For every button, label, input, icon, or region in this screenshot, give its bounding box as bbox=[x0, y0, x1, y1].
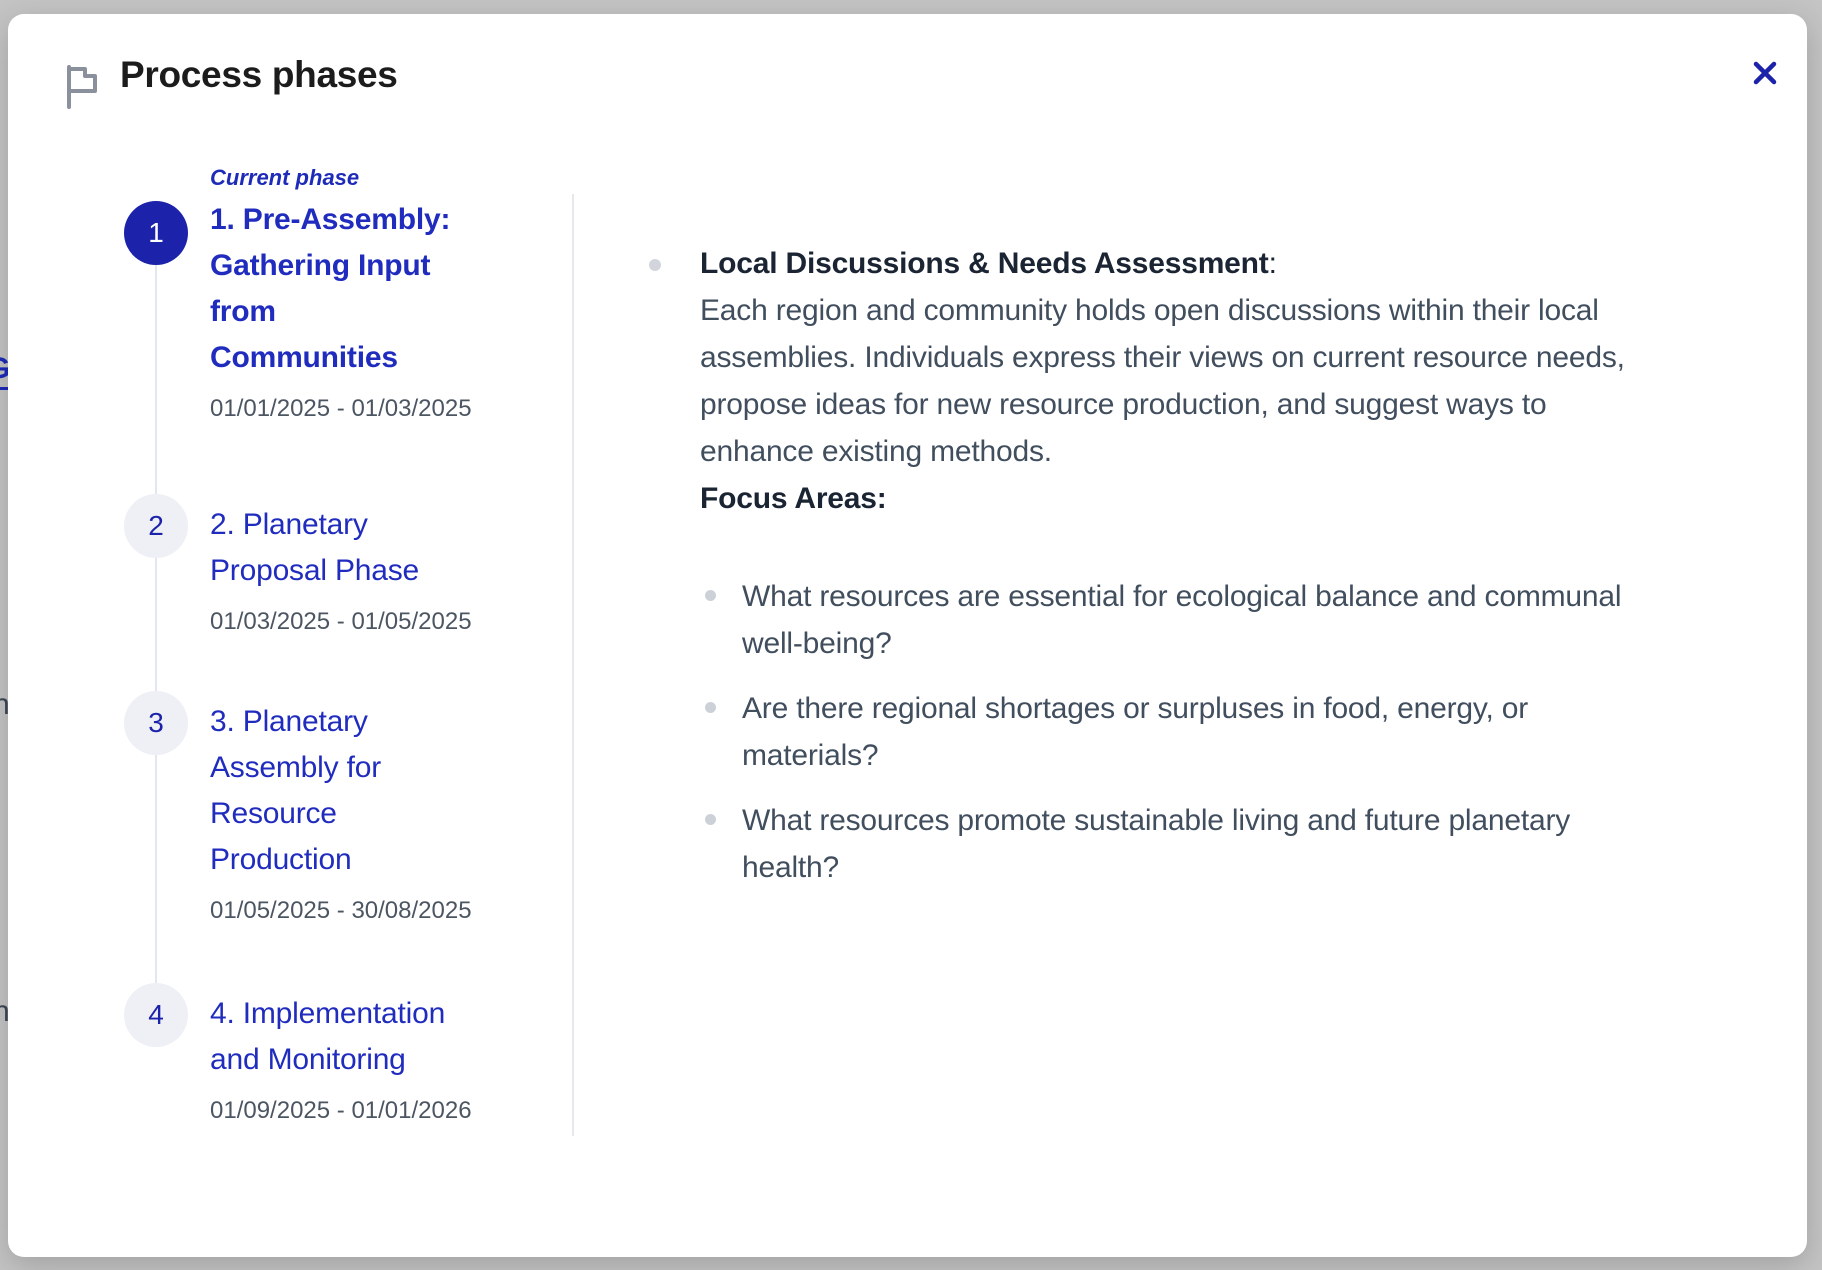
focus-areas-list: What resources are essential for ecologi… bbox=[700, 573, 1782, 891]
content-heading: Local Discussions & Needs Assessment bbox=[700, 247, 1269, 280]
phase-4-number-badge: 4 bbox=[124, 983, 188, 1047]
focus-item-text: What resources are essential for ecologi… bbox=[742, 573, 1621, 667]
phase-2-number-badge: 2 bbox=[124, 494, 188, 558]
modal-title: Process phases bbox=[120, 54, 398, 96]
phase-item-4[interactable]: 4 4. Implementation and Monitoring 01/09… bbox=[124, 983, 472, 1125]
bullet-dot bbox=[705, 702, 716, 713]
phase-1-dates: 01/01/2025 - 01/03/2025 bbox=[210, 395, 472, 423]
phase-item-3[interactable]: 3 3. Planetary Assembly for Resource Pro… bbox=[124, 691, 472, 925]
focus-areas-label: Focus Areas: bbox=[700, 475, 1782, 522]
focus-item-text: Are there regional shortages or surpluse… bbox=[742, 685, 1528, 779]
phase-details-panel: Local Discussions & Needs Assessment: Ea… bbox=[647, 240, 1782, 909]
stepper-content-divider bbox=[572, 194, 574, 1136]
phase-3-dates: 01/05/2025 - 30/08/2025 bbox=[210, 897, 472, 925]
phase-2-title[interactable]: 2. Planetary Proposal Phase bbox=[210, 502, 472, 594]
close-icon[interactable] bbox=[1744, 52, 1786, 94]
bullet-dot bbox=[649, 259, 661, 271]
content-paragraph: Each region and community holds open dis… bbox=[700, 287, 1782, 475]
content-heading-colon: : bbox=[1269, 247, 1277, 280]
phase-stepper: 1 Current phase 1. Pre-Assembly: Gatheri… bbox=[124, 165, 572, 1165]
current-phase-label: Current phase bbox=[210, 165, 472, 191]
focus-list-item: What resources promote sustainable livin… bbox=[700, 797, 1782, 891]
process-phases-modal: Process phases 1 Current phase 1. Pre-As… bbox=[8, 14, 1807, 1257]
phase-1-title[interactable]: 1. Pre-Assembly: Gathering Input from Co… bbox=[210, 197, 472, 381]
phase-3-number-badge: 3 bbox=[124, 691, 188, 755]
focus-list-item: Are there regional shortages or surpluse… bbox=[700, 685, 1782, 779]
phase-item-2[interactable]: 2 2. Planetary Proposal Phase 01/03/2025… bbox=[124, 494, 472, 636]
page-background: G n n Process phases 1 Current phase 1. … bbox=[0, 0, 1822, 1270]
phase-1-number-badge: 1 bbox=[124, 201, 188, 265]
phase-4-title[interactable]: 4. Implementation and Monitoring bbox=[210, 991, 472, 1083]
phase-3-title[interactable]: 3. Planetary Assembly for Resource Produ… bbox=[210, 699, 472, 883]
phase-2-dates: 01/03/2025 - 01/05/2025 bbox=[210, 608, 472, 636]
focus-list-item: What resources are essential for ecologi… bbox=[700, 573, 1782, 667]
phase-4-dates: 01/09/2025 - 01/01/2026 bbox=[210, 1097, 472, 1125]
bullet-dot bbox=[705, 814, 716, 825]
focus-item-text: What resources promote sustainable livin… bbox=[742, 797, 1570, 891]
flag-icon bbox=[62, 64, 102, 110]
bullet-dot bbox=[705, 590, 716, 601]
phase-item-1[interactable]: 1 Current phase 1. Pre-Assembly: Gatheri… bbox=[124, 165, 472, 423]
